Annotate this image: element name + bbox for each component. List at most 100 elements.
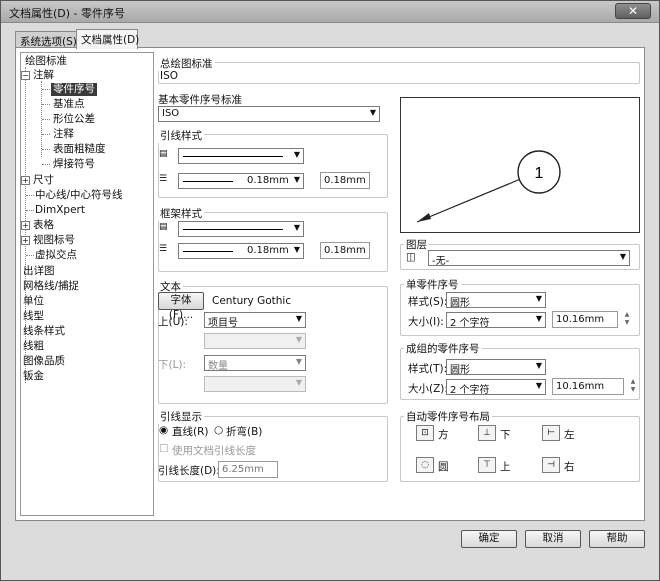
tree-item-notes[interactable]: 注释: [53, 128, 74, 141]
tree-item-geometric-tolerances[interactable]: 形位公差: [53, 113, 95, 126]
single-size-select[interactable]: 2 个字符 ▼: [446, 312, 546, 328]
layout-circle-icon[interactable]: ◌: [416, 457, 434, 473]
frame-line-style-select[interactable]: ▼: [178, 221, 304, 237]
layout-top-icon[interactable]: ⊤: [478, 457, 496, 473]
layer-select[interactable]: -无- ▼: [428, 250, 630, 266]
title-bar: 文档属性(D) - 零件序号 ✕: [1, 1, 659, 23]
tree-item-drafting-standard[interactable]: 绘图标准: [25, 55, 67, 68]
radio-straight[interactable]: ◉: [159, 424, 168, 436]
lower-text-value: 数量: [208, 361, 228, 371]
settings-tree[interactable]: 绘图标准 − 注解 零件序号 基准点 形位公差 注释 表面粗糙度 焊接符号 + …: [20, 52, 154, 516]
tree-item-balloons[interactable]: 零件序号: [51, 83, 97, 96]
leader-length-input[interactable]: 6.25mm: [218, 461, 278, 478]
tree-item-line-thickness[interactable]: 线粗: [23, 340, 44, 353]
tree-item-dimensions[interactable]: 尺寸: [33, 174, 54, 187]
font-button[interactable]: 字体(F)...: [158, 292, 204, 321]
chevron-down-icon: ▼: [535, 381, 542, 390]
tree-branch: [42, 164, 50, 165]
checkbox-use-doc-leader[interactable]: ☐: [159, 443, 168, 455]
lower-custom-text-select[interactable]: ▼: [204, 376, 306, 392]
tree-item-units[interactable]: 单位: [23, 295, 44, 308]
base-standard-select[interactable]: ISO ▼: [158, 106, 380, 122]
overall-standard-group: [158, 62, 640, 84]
stacked-style-value: 圆形: [450, 365, 470, 375]
tree-branch: [42, 89, 50, 90]
layout-right-label: 右: [564, 461, 575, 473]
tree-branch: [42, 119, 50, 120]
lower-text-select[interactable]: 数量 ▼: [204, 355, 306, 371]
frame-custom-weight-input[interactable]: 0.18mm: [320, 242, 370, 259]
preview-drawing: 1: [416, 150, 561, 223]
expand-icon[interactable]: +: [21, 236, 30, 245]
single-size-label: 大小(I):: [408, 316, 444, 328]
tab-document-properties[interactable]: 文档属性(D): [76, 29, 139, 49]
upper-text-select[interactable]: 项目号 ▼: [204, 312, 306, 328]
upper-custom-text-select[interactable]: ▼: [204, 333, 306, 349]
leader-custom-weight-input[interactable]: 0.18mm: [320, 172, 370, 189]
chevron-down-icon: ▼: [619, 252, 626, 261]
chevron-down-icon: ▼: [293, 150, 300, 159]
layout-right-icon[interactable]: ⊣: [542, 457, 560, 473]
leader-line-style-select[interactable]: ▼: [178, 148, 304, 164]
tree-item-surface-finishes[interactable]: 表面粗糙度: [53, 143, 106, 156]
tree-item-image-quality[interactable]: 图像品质: [23, 355, 65, 368]
tree-item-line-style[interactable]: 线条样式: [23, 325, 65, 338]
tab-system-options[interactable]: 系统选项(S): [15, 31, 77, 48]
spin-arrows-icon[interactable]: ▲ ▼: [622, 311, 632, 328]
chevron-down-icon: ▼: [535, 361, 542, 370]
balloon-preview: 1: [400, 97, 640, 233]
help-button[interactable]: 帮助: [589, 530, 645, 548]
leader-length-label: 引线长度(D):: [158, 465, 220, 477]
window-title: 文档属性(D) - 零件序号: [9, 7, 126, 20]
single-size-custom-input[interactable]: 10.16mm: [552, 311, 618, 328]
stacked-size-select[interactable]: 2 个字符 ▼: [446, 379, 546, 395]
radio-bent[interactable]: ○: [214, 424, 223, 436]
tree-item-sheet-metal[interactable]: 钣金: [23, 370, 44, 383]
tree-branch: [26, 210, 34, 211]
layout-left-icon[interactable]: ⊢: [542, 425, 560, 441]
layout-square-icon[interactable]: ⊡: [416, 425, 434, 441]
expand-icon[interactable]: +: [21, 176, 30, 185]
base-standard-value: ISO: [162, 108, 180, 119]
single-style-select[interactable]: 圆形 ▼: [446, 292, 546, 308]
stacked-size-custom-input[interactable]: 10.16mm: [552, 378, 624, 395]
tree-item-dimxpert[interactable]: DimXpert: [35, 204, 85, 217]
tree-item-tables[interactable]: 表格: [33, 219, 54, 232]
layout-circle-label: 圆: [438, 461, 449, 473]
layer-label: 图层: [404, 237, 429, 252]
tree-item-annotations[interactable]: 注解: [33, 69, 54, 82]
expand-icon[interactable]: +: [21, 221, 30, 230]
weight-line-sample: [183, 251, 233, 252]
single-balloon-label: 单零件序号: [404, 277, 461, 292]
tree-item-grid-snap[interactable]: 网格线/捕捉: [23, 280, 79, 293]
chevron-down-icon: ▼: [295, 378, 302, 387]
close-button[interactable]: ✕: [615, 3, 651, 19]
chevron-down-icon: ▼: [295, 357, 302, 366]
ok-button[interactable]: 确定: [461, 530, 517, 548]
layout-square-label: 方: [438, 429, 449, 441]
spin-arrows-icon[interactable]: ▲ ▼: [628, 378, 638, 395]
leader-line-weight-select[interactable]: 0.18mm ▼: [178, 173, 304, 189]
tree-item-weld-symbols[interactable]: 焊接符号: [53, 158, 95, 171]
stacked-style-select[interactable]: 圆形 ▼: [446, 359, 546, 375]
tree-item-line-font[interactable]: 线型: [23, 310, 44, 323]
leader-line-weight-value: 0.18mm: [247, 175, 289, 186]
layout-bottom-icon[interactable]: ⊥: [478, 425, 496, 441]
upper-text-value: 项目号: [208, 318, 238, 328]
line-style-icon: ▤: [159, 222, 168, 232]
tree-item-detailing[interactable]: 出详图: [23, 265, 55, 278]
frame-line-weight-select[interactable]: 0.18mm ▼: [178, 243, 304, 259]
solid-line-sample: [183, 156, 283, 157]
collapse-icon[interactable]: −: [21, 71, 30, 80]
tree-item-virtual-sharps[interactable]: 虚拟交点: [35, 249, 77, 262]
layer-value: -无-: [432, 256, 450, 266]
overall-standard-value: ISO: [160, 70, 179, 82]
chevron-down-icon: ▼: [535, 294, 542, 303]
tree-item-centerlines[interactable]: 中心线/中心符号线: [35, 189, 123, 202]
cancel-button[interactable]: 取消: [525, 530, 581, 548]
tree-item-view-labels[interactable]: 视图标号: [33, 234, 75, 247]
tree-branch: [26, 195, 34, 196]
tree-branch: [42, 104, 50, 105]
tree-item-datums[interactable]: 基准点: [53, 98, 85, 111]
chevron-down-icon: ▼: [295, 335, 302, 344]
